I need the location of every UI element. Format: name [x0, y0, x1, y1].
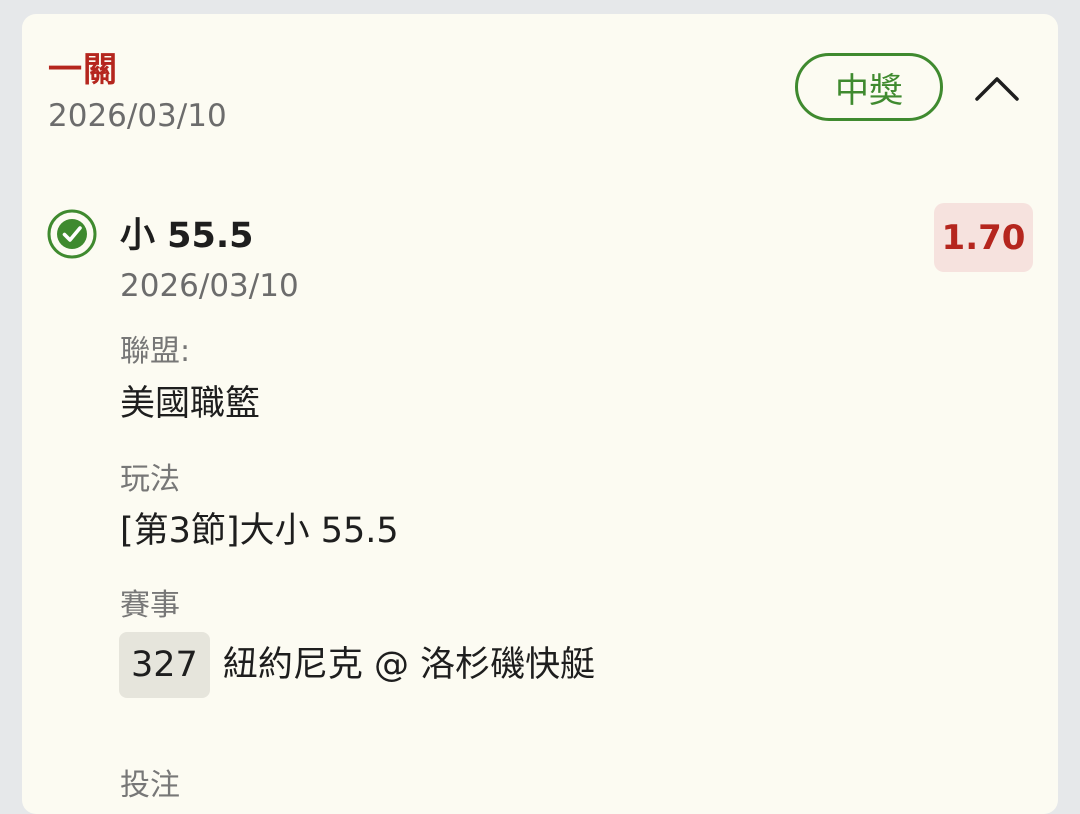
chevron-up-icon	[975, 77, 1019, 101]
event-label: 賽事	[120, 588, 180, 623]
market-label: 玩法	[120, 462, 180, 497]
selection-date: 2026/03/10	[120, 268, 299, 304]
event-id-badge: 327	[119, 632, 210, 698]
bet-card: 一關 2026/03/10 中獎 小 55.5 2026/03/10 1.70 …	[22, 14, 1058, 814]
collapse-button[interactable]	[970, 64, 1024, 112]
league-value: 美國職籃	[120, 384, 261, 424]
league-label: 聯盟:	[120, 334, 191, 369]
event-row: 327 紐約尼克 @ 洛杉磯快艇	[119, 632, 595, 698]
next-field-label: 投注	[120, 768, 180, 803]
bet-date: 2026/03/10	[48, 98, 227, 134]
status-badge: 中獎	[795, 53, 943, 121]
selection-pick: 小 55.5	[120, 216, 254, 256]
odds-badge: 1.70	[934, 203, 1033, 272]
bet-type-label: 一關	[48, 50, 118, 90]
market-value: [第3節]大小 55.5	[120, 511, 399, 551]
event-name: 紐約尼克 @ 洛杉磯快艇	[222, 645, 596, 685]
check-circle-icon	[47, 209, 97, 259]
